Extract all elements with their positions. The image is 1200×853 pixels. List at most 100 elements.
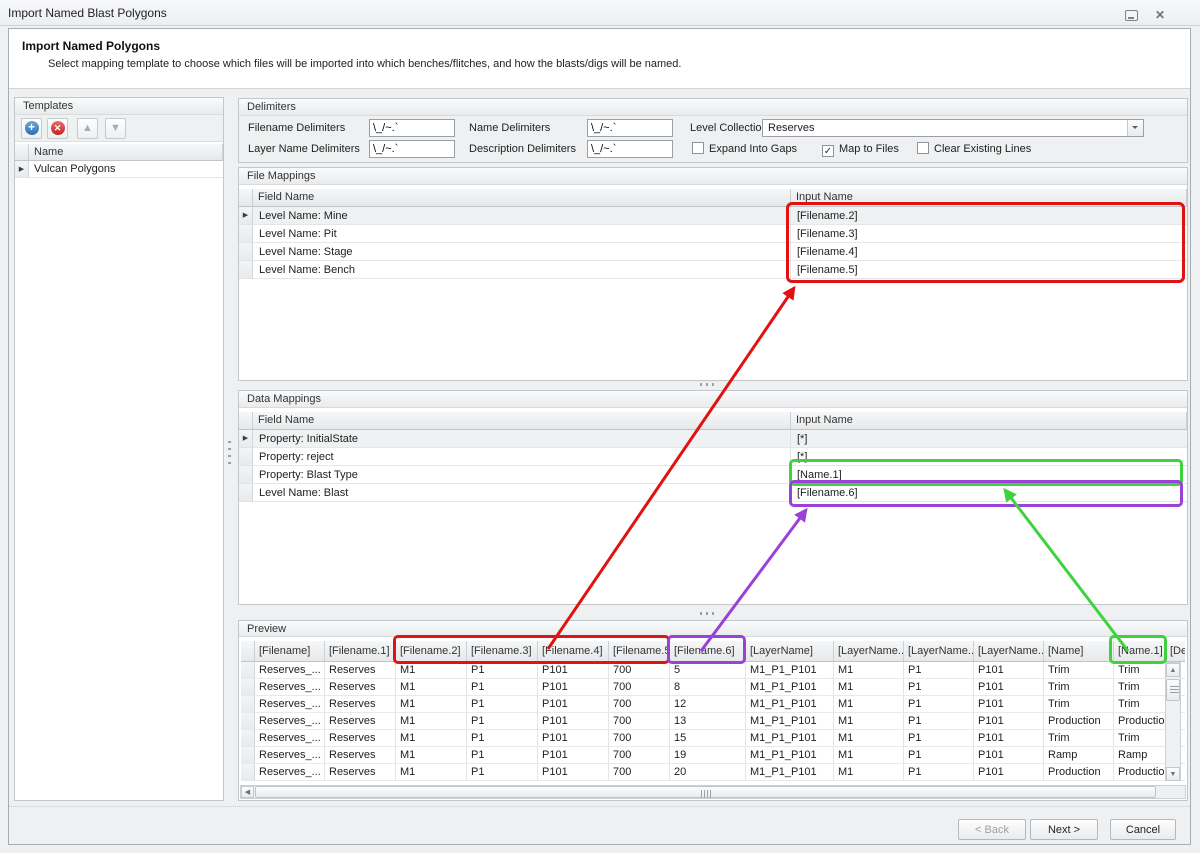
mapping-row[interactable]: Level Name: Blast[Filename.6] xyxy=(239,484,1187,502)
titlebar[interactable]: Import Named Blast Polygons xyxy=(0,0,1200,26)
preview-column-header[interactable]: [Name.1] xyxy=(1114,641,1166,662)
preview-cell: 15 xyxy=(670,730,746,747)
templates-grid-header: Name xyxy=(15,144,223,161)
preview-row[interactable]: Reserves_...ReservesM1P1P10170020M1_P1_P… xyxy=(241,764,1185,781)
add-template-button[interactable]: + xyxy=(21,118,42,139)
preview-cell: M1 xyxy=(396,696,467,713)
preview-cell: Trim xyxy=(1044,679,1114,696)
checkbox-label: Map to Files xyxy=(839,143,899,155)
delete-template-button[interactable]: ✕ xyxy=(47,118,68,139)
scroll-down-icon[interactable]: ▼ xyxy=(1166,767,1180,781)
preview-row[interactable]: Reserves_...ReservesM1P1P1017005M1_P1_P1… xyxy=(241,662,1185,679)
input-name-cell[interactable]: [Filename.5] xyxy=(791,261,1187,279)
chevron-down-icon[interactable] xyxy=(1127,120,1143,136)
preview-column-header[interactable]: [Filename.1] xyxy=(325,641,396,662)
mapping-row[interactable]: Level Name: Pit[Filename.3] xyxy=(239,225,1187,243)
preview-cell: P101 xyxy=(538,764,609,781)
filename-delimiters-input[interactable] xyxy=(369,119,455,137)
next-button[interactable]: Next > xyxy=(1030,819,1098,840)
checkbox-icon[interactable]: ✓ xyxy=(822,145,834,157)
preview-cell: P101 xyxy=(974,696,1044,713)
row-indicator-cell xyxy=(241,679,255,696)
window-title: Import Named Blast Polygons xyxy=(8,6,167,20)
field-name-column-header[interactable]: Field Name xyxy=(253,412,791,430)
description-delimiters-input[interactable] xyxy=(587,140,673,158)
input-name-cell[interactable]: [Filename.3] xyxy=(791,225,1187,243)
preview-cell: M1 xyxy=(396,713,467,730)
preview-cell: M1 xyxy=(396,730,467,747)
horizontal-scrollbar-thumb[interactable] xyxy=(255,786,1156,798)
preview-cell: Reserves_... xyxy=(255,696,325,713)
preview-cell: M1 xyxy=(834,679,904,696)
horizontal-splitter-grip[interactable] xyxy=(700,383,716,386)
preview-column-header[interactable]: [LayerName... xyxy=(834,641,904,662)
cancel-button[interactable]: Cancel xyxy=(1110,819,1176,840)
mapping-row[interactable]: Level Name: Bench[Filename.5] xyxy=(239,261,1187,279)
preview-column-header[interactable]: [Filename.3] xyxy=(467,641,538,662)
preview-column-header[interactable]: [Filename.4] xyxy=(538,641,609,662)
mapping-row[interactable]: Property: Blast Type[Name.1] xyxy=(239,466,1187,484)
preview-cell: Reserves_... xyxy=(255,713,325,730)
input-name-cell[interactable]: [*] xyxy=(791,430,1187,448)
vertical-splitter-grip[interactable] xyxy=(228,441,231,467)
row-indicator-cell xyxy=(241,696,255,713)
indicator-column-header xyxy=(239,412,253,430)
preview-cell: 700 xyxy=(609,662,670,679)
preview-column-header[interactable]: [Filename.5] xyxy=(609,641,670,662)
move-up-button[interactable]: ▲ xyxy=(77,118,98,139)
horizontal-splitter-grip[interactable] xyxy=(700,612,716,615)
back-button[interactable]: < Back xyxy=(958,819,1026,840)
input-name-column-header[interactable]: Input Name xyxy=(791,189,1187,207)
vertical-scrollbar-thumb[interactable] xyxy=(1166,679,1180,701)
window-close-icon[interactable]: ✕ xyxy=(1152,7,1168,23)
preview-column-header[interactable]: [Name] xyxy=(1044,641,1114,662)
expand-into-gaps-checkbox[interactable]: Expand Into Gaps xyxy=(692,142,797,156)
name-delimiters-input[interactable] xyxy=(587,119,673,137)
input-name-column-header[interactable]: Input Name xyxy=(791,412,1187,430)
preview-column-header[interactable]: [Filename.6] xyxy=(670,641,746,662)
preview-column-header[interactable]: [LayerName... xyxy=(974,641,1044,662)
mapping-row[interactable]: ▶Property: InitialState[*] xyxy=(239,430,1187,448)
level-collection-select[interactable]: Reserves xyxy=(762,119,1144,137)
mapping-row[interactable]: Property: reject[*] xyxy=(239,448,1187,466)
scroll-left-icon[interactable]: ◀ xyxy=(241,786,254,798)
preview-row[interactable]: Reserves_...ReservesM1P1P10170013M1_P1_P… xyxy=(241,713,1185,730)
preview-row[interactable]: Reserves_...ReservesM1P1P10170015M1_P1_P… xyxy=(241,730,1185,747)
vertical-scrollbar[interactable]: ▲ ▼ xyxy=(1165,662,1181,781)
move-down-button[interactable]: ▼ xyxy=(105,118,126,139)
scroll-up-icon[interactable]: ▲ xyxy=(1166,663,1180,677)
template-name: Vulcan Polygons xyxy=(29,161,223,178)
checkbox-icon[interactable] xyxy=(692,142,704,154)
checkbox-icon[interactable] xyxy=(917,142,929,154)
input-name-cell[interactable]: [Filename.6] xyxy=(791,484,1187,502)
preview-row[interactable]: Reserves_...ReservesM1P1P1017008M1_P1_P1… xyxy=(241,679,1185,696)
preview-cell: Production xyxy=(1044,713,1114,730)
window-restore-icon[interactable] xyxy=(1125,10,1138,21)
template-row[interactable]: ▶Vulcan Polygons xyxy=(15,161,223,178)
preview-column-header[interactable]: [De xyxy=(1166,641,1185,662)
preview-row[interactable]: Reserves_...ReservesM1P1P10170019M1_P1_P… xyxy=(241,747,1185,764)
input-name-cell[interactable]: [*] xyxy=(791,448,1187,466)
map-to-files-checkbox[interactable]: ✓ Map to Files xyxy=(822,142,899,157)
preview-row[interactable]: Reserves_...ReservesM1P1P10170012M1_P1_P… xyxy=(241,696,1185,713)
field-name-column-header[interactable]: Field Name xyxy=(253,189,791,207)
name-column-header[interactable]: Name xyxy=(29,144,223,161)
mapping-row[interactable]: Level Name: Stage[Filename.4] xyxy=(239,243,1187,261)
preview-column-header[interactable]: [Filename.2] xyxy=(396,641,467,662)
field-name-cell: Level Name: Mine xyxy=(253,207,791,225)
indicator-column-header xyxy=(241,641,255,662)
preview-column-header[interactable]: [Filename] xyxy=(255,641,325,662)
preview-title: Preview xyxy=(239,621,1187,637)
input-name-cell[interactable]: [Name.1] xyxy=(791,466,1187,484)
horizontal-scrollbar[interactable]: ◀ xyxy=(240,785,1186,799)
preview-cell: M1 xyxy=(834,764,904,781)
preview-column-header[interactable]: [LayerName... xyxy=(904,641,974,662)
layer-name-delimiters-input[interactable] xyxy=(369,140,455,158)
clear-existing-lines-checkbox[interactable]: Clear Existing Lines xyxy=(917,142,1031,156)
templates-panel: Templates + ✕ ▲ ▼ Name ▶Vulcan Polygons xyxy=(14,97,224,801)
preview-cell: P101 xyxy=(974,730,1044,747)
preview-column-header[interactable]: [LayerName] xyxy=(746,641,834,662)
input-name-cell[interactable]: [Filename.2] xyxy=(791,207,1187,225)
input-name-cell[interactable]: [Filename.4] xyxy=(791,243,1187,261)
mapping-row[interactable]: ▶Level Name: Mine[Filename.2] xyxy=(239,207,1187,225)
